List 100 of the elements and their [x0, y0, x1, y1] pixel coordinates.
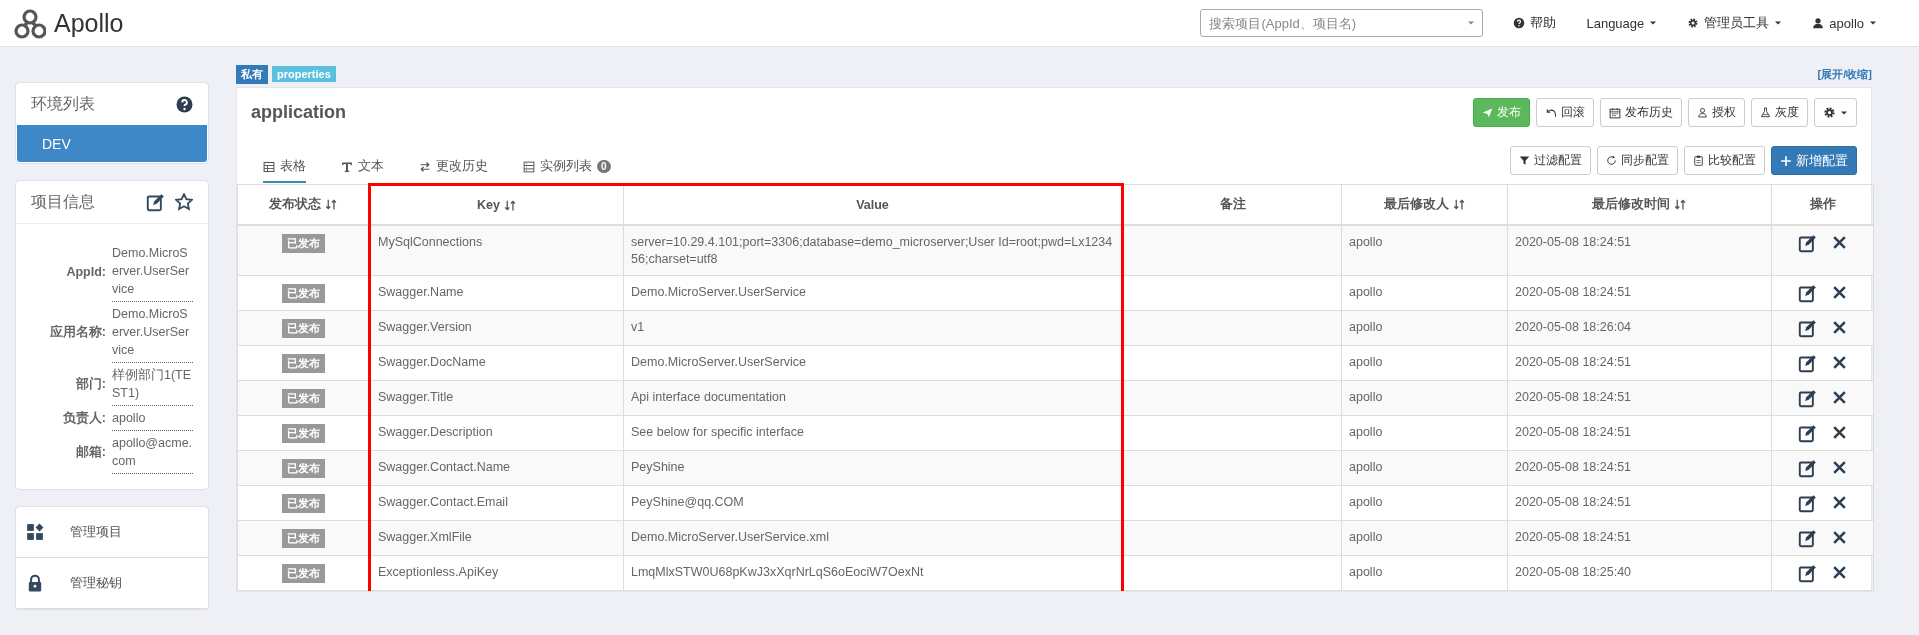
- caret-icon: [1649, 19, 1658, 27]
- flask-icon: [1760, 107, 1771, 118]
- nav-link[interactable]: 管理员工具: [1687, 14, 1783, 32]
- table-icon: [263, 160, 275, 173]
- table-cell: apollo: [1341, 450, 1508, 486]
- undo-icon: [1545, 106, 1557, 119]
- settings-dropdown-button[interactable]: [1814, 98, 1857, 127]
- tool-button[interactable]: 同步配置: [1597, 146, 1678, 175]
- tool-button[interactable]: 过滤配置: [1510, 146, 1591, 175]
- edit-button[interactable]: [1797, 319, 1817, 338]
- expand-collapse-link[interactable]: [展开/收缩]: [1817, 66, 1872, 82]
- edit-icon: [1797, 389, 1817, 408]
- calendar-icon: [1609, 106, 1621, 119]
- table-cell: 2020-05-08 18:26:04: [1507, 310, 1772, 346]
- table-cell: PeyShine: [623, 450, 1123, 486]
- status-badge: 已发布: [281, 424, 325, 443]
- text-icon: [341, 160, 353, 173]
- namespace-tag: 私有: [236, 64, 268, 84]
- nav-link[interactable]: Language: [1586, 15, 1658, 31]
- status-badge: 已发布: [281, 284, 325, 303]
- panel-title: 环境列表: [31, 93, 95, 114]
- search-field[interactable]: 搜索项目(AppId、项目名): [1200, 9, 1484, 37]
- server-list-icon: [523, 160, 535, 173]
- field-label: 负责人:: [61, 410, 106, 427]
- field-value: Demo.MicroServer.UserService: [112, 302, 193, 363]
- edit-button[interactable]: [1797, 529, 1817, 548]
- field-value: Demo.MicroServer.UserService: [112, 241, 193, 302]
- table-cell: 2020-05-08 18:24:51: [1507, 225, 1772, 276]
- status-badge: 已发布: [281, 494, 325, 513]
- caret-icon: [1774, 19, 1783, 27]
- user-icon: [1812, 17, 1825, 29]
- table-cell: LmqMlxSTW0U68pKwJ3xXqrNrLqS6oEociW7OexNt: [623, 555, 1123, 591]
- edit-button[interactable]: [1797, 494, 1817, 513]
- status-badge: 已发布: [281, 459, 325, 478]
- table-cell: apollo: [1341, 485, 1508, 521]
- status-badge: 已发布: [281, 564, 325, 583]
- plus-icon: [1780, 154, 1792, 167]
- view-tab[interactable]: 实例列表 0: [523, 154, 611, 183]
- user-icon: [1697, 107, 1708, 118]
- edit-button[interactable]: [1797, 389, 1817, 408]
- edit-button[interactable]: [1797, 564, 1817, 583]
- edit-button[interactable]: [1797, 234, 1817, 253]
- view-tab[interactable]: 文本: [341, 154, 384, 183]
- table-cell: apollo: [1341, 225, 1508, 276]
- table-cell: apollo: [1341, 520, 1508, 556]
- help-icon: [176, 95, 193, 113]
- sort-icon: [324, 198, 338, 211]
- field-value: apollo: [112, 406, 193, 431]
- table-cell: Swagger.Version: [369, 310, 624, 346]
- table-cell: 2020-05-08 18:24:51: [1507, 415, 1772, 451]
- nav-link[interactable]: apollo: [1812, 15, 1877, 31]
- edit-button[interactable]: [1797, 354, 1817, 373]
- view-tab[interactable]: 更改历史: [419, 154, 488, 183]
- field-label: 邮箱:: [74, 444, 106, 461]
- status-badge: 已发布: [281, 319, 325, 338]
- lock-icon: [26, 574, 44, 592]
- table-cell: Swagger.Contact.Name: [369, 450, 624, 486]
- sidebar-menu-item[interactable]: 管理项目: [16, 507, 208, 558]
- sort-icon: [1452, 198, 1466, 211]
- environment-item[interactable]: DEV: [17, 125, 207, 162]
- table-cell: 2020-05-08 18:24:51: [1507, 485, 1772, 521]
- table-cell: apollo: [1341, 275, 1508, 311]
- edit-icon: [1797, 284, 1817, 303]
- action-button[interactable]: 授权: [1688, 98, 1745, 127]
- tool-button[interactable]: 新增配置: [1771, 146, 1857, 175]
- gear-icon: [1687, 17, 1700, 29]
- edit-button[interactable]: [1797, 459, 1817, 478]
- sort-icon: [1674, 198, 1687, 211]
- table-cell: apollo: [1341, 380, 1508, 416]
- help-icon: [1513, 17, 1526, 29]
- namespace-title: application: [251, 102, 346, 123]
- table-cell: Swagger.XmlFile: [369, 520, 624, 556]
- action-button[interactable]: 回滚: [1536, 98, 1594, 127]
- table-cell: apollo: [1341, 415, 1508, 451]
- logo-icon: [14, 7, 46, 39]
- table-cell: apollo: [1341, 310, 1508, 346]
- action-button[interactable]: 发布历史: [1600, 98, 1682, 127]
- edit-icon: [1797, 459, 1817, 478]
- view-tab[interactable]: 表格: [263, 154, 306, 183]
- blocks-icon: [26, 523, 44, 541]
- tool-button[interactable]: 比较配置: [1684, 146, 1765, 175]
- edit-button[interactable]: [1797, 284, 1817, 303]
- edit-icon: [1797, 424, 1817, 443]
- table-cell: Api interface documentation: [623, 380, 1123, 416]
- nav-link[interactable]: 帮助: [1513, 14, 1557, 32]
- sidebar-menu-item[interactable]: 管理秘钥: [16, 558, 208, 609]
- action-button[interactable]: 灰度: [1751, 98, 1808, 127]
- edit-icon: [1797, 494, 1817, 513]
- logo-text[interactable]: Apollo: [54, 8, 124, 38]
- paper-plane-icon: [1482, 107, 1493, 118]
- edit-icon: [1797, 564, 1817, 583]
- table-cell: 2020-05-08 18:24:51: [1507, 345, 1772, 381]
- table-cell: Exceptionless.ApiKey: [369, 555, 624, 591]
- table-cell: 2020-05-08 18:24:51: [1507, 450, 1772, 486]
- refresh-icon: [1606, 155, 1617, 166]
- caret-icon: [1467, 19, 1476, 27]
- edit-icon: [1797, 319, 1817, 338]
- edit-button[interactable]: [1797, 424, 1817, 443]
- table-cell: 2020-05-08 18:24:51: [1507, 520, 1772, 556]
- swap-arrows-icon: [419, 160, 431, 173]
